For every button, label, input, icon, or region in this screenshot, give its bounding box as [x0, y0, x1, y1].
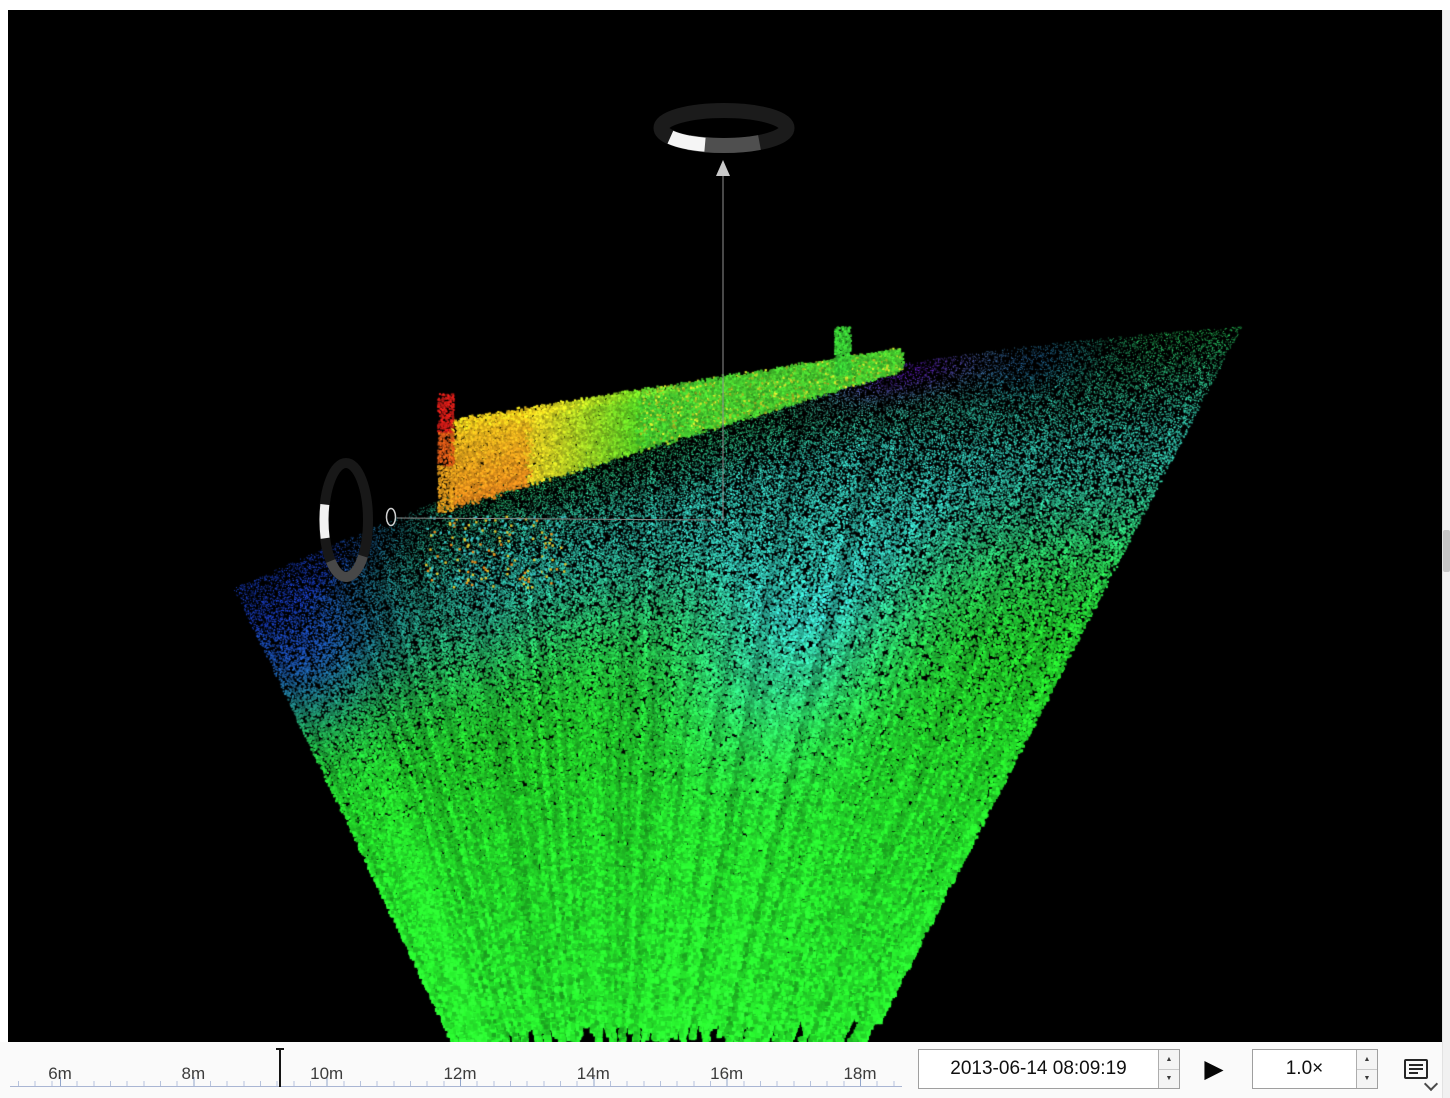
speed-input[interactable] — [1253, 1050, 1356, 1088]
tick-label: 8m — [181, 1064, 205, 1084]
tick-label: 12m — [443, 1064, 476, 1084]
scrollbar-thumb[interactable] — [1443, 530, 1450, 572]
rotate-ring-top[interactable] — [661, 111, 787, 146]
play-icon: ▶ — [1204, 1057, 1223, 1082]
timeline-cursor[interactable] — [279, 1048, 281, 1087]
vertical-scrollbar[interactable] — [1442, 10, 1450, 1098]
speed-spinner-down-icon[interactable]: ▼ — [1357, 1069, 1377, 1089]
tick-label: 6m — [48, 1064, 72, 1084]
datetime-field: ▲ ▼ — [918, 1049, 1180, 1089]
speed-spinner-up-icon[interactable]: ▲ — [1357, 1050, 1377, 1069]
tick-label: 10m — [310, 1064, 343, 1084]
timeline-baseline — [10, 1086, 902, 1087]
manipulation-gizmo — [8, 10, 1442, 1042]
datetime-spinner-down-icon[interactable]: ▼ — [1159, 1069, 1179, 1089]
timeline-ruler[interactable]: 6m 8m 10m 12m 14m 16m 18m — [10, 1042, 902, 1098]
tick-label: 14m — [577, 1064, 610, 1084]
datetime-spinner: ▲ ▼ — [1158, 1050, 1179, 1088]
axis-horizontal-line[interactable] — [397, 518, 723, 520]
play-button[interactable]: ▶ — [1194, 1049, 1234, 1089]
list-panel-icon — [1404, 1059, 1428, 1079]
playback-speed-field: ▲ ▼ — [1252, 1049, 1378, 1089]
speed-spinner: ▲ ▼ — [1356, 1050, 1377, 1088]
chevron-down-icon[interactable] — [1424, 1078, 1438, 1092]
tick-label: 16m — [710, 1064, 743, 1084]
tick-label: 18m — [843, 1064, 876, 1084]
datetime-input[interactable] — [919, 1050, 1158, 1088]
rotate-ring-left[interactable] — [324, 463, 368, 577]
datetime-spinner-up-icon[interactable]: ▲ — [1159, 1050, 1179, 1069]
playback-toolbar: 6m 8m 10m 12m 14m 16m 18m ▲ ▼ ▶ ▲ ▼ — [0, 1042, 1442, 1098]
pointcloud-viewport[interactable] — [8, 10, 1442, 1042]
app-window: 6m 8m 10m 12m 14m 16m 18m ▲ ▼ ▶ ▲ ▼ — [0, 0, 1450, 1098]
translate-arrow-up-icon[interactable] — [716, 160, 730, 176]
axis-handle-icon[interactable] — [387, 509, 396, 526]
